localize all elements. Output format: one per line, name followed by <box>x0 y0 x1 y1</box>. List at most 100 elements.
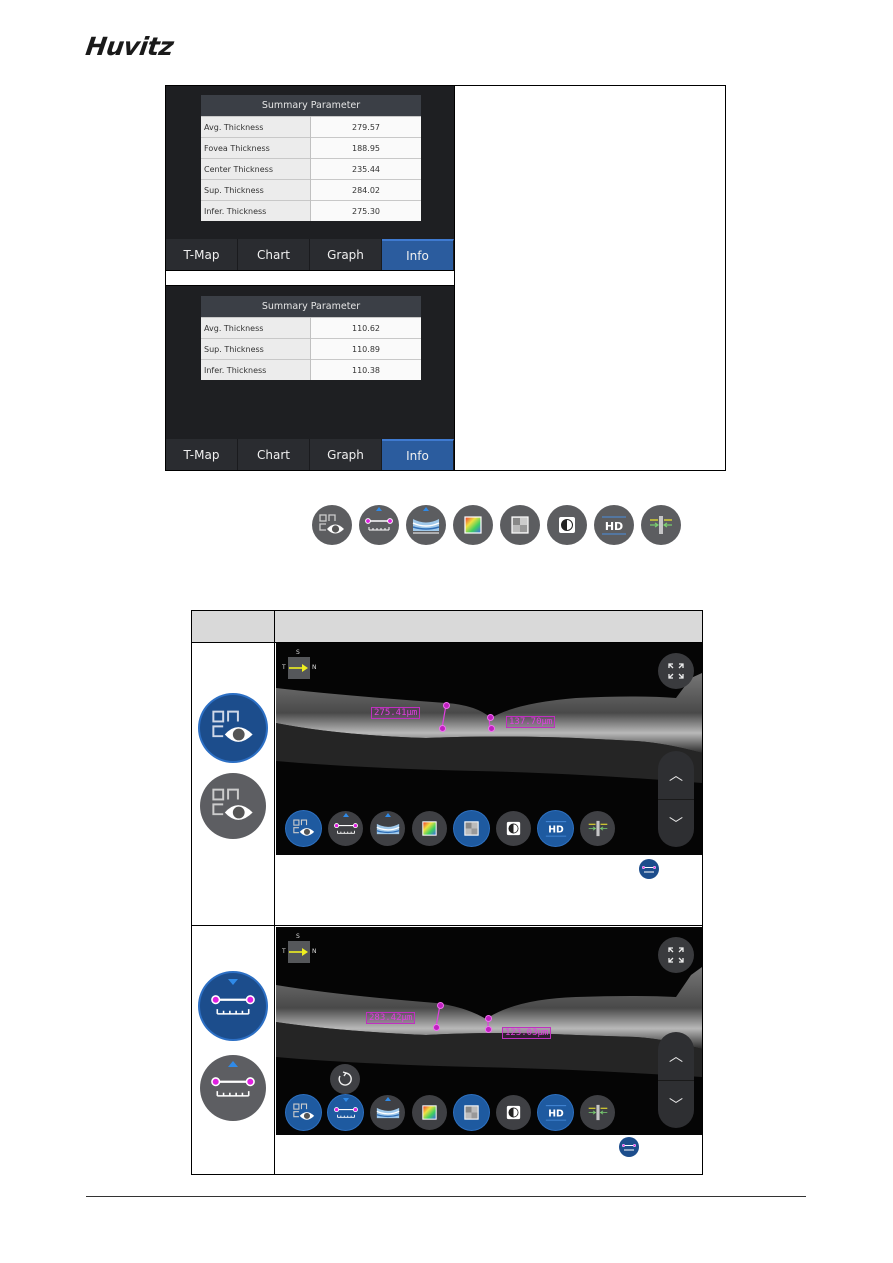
view-mode-eye-icon <box>292 1103 314 1120</box>
fullscreen-button[interactable] <box>658 653 694 689</box>
view-mode-eye-icon <box>212 788 253 820</box>
color-map-icon <box>422 1105 437 1120</box>
table-row: Infer. Thickness 110.38 <box>201 359 421 380</box>
row-value: 110.38 <box>310 359 421 380</box>
tab-graph[interactable]: Graph <box>310 239 382 270</box>
view-mode-unselected-sample <box>200 773 266 839</box>
split-align-button[interactable] <box>580 811 615 846</box>
split-align-icon <box>588 1104 607 1121</box>
summary-parameter-title: Summary Parameter <box>201 296 421 318</box>
table-row: Sup. Thickness 284.02 <box>201 179 421 201</box>
scroll-down-button[interactable]: ﹀ <box>658 1080 694 1128</box>
caliper-measure-icon <box>622 1143 636 1150</box>
summary-parameter-table: Summary Parameter Avg. Thickness 279.57 F… <box>201 95 421 221</box>
grayscale-button[interactable] <box>454 811 489 846</box>
row-value: 188.95 <box>310 137 421 159</box>
column-divider <box>454 86 455 470</box>
caliper-button[interactable] <box>328 1095 363 1130</box>
row-value: 235.44 <box>310 158 421 180</box>
summary-parameter-table: Summary Parameter Avg. Thickness 110.62 S… <box>201 296 421 380</box>
split-align-button[interactable] <box>641 505 681 545</box>
grayscale-button[interactable] <box>454 1095 489 1130</box>
oct-bscan-view: S T N 283.42µm 123.03µm ︿ ﹀ HD <box>276 927 702 1135</box>
info-panel-disc: Summary Parameter Avg. Thickness 110.62 S… <box>166 286 454 470</box>
expand-caret-icon <box>423 507 429 511</box>
caliper-handle[interactable] <box>485 1026 492 1033</box>
caliper-handle[interactable] <box>433 1024 440 1031</box>
scan-navigation-stepper: ︿ ﹀ <box>658 1032 694 1128</box>
invert-button[interactable] <box>496 811 531 846</box>
scroll-up-button[interactable]: ︿ <box>658 751 694 799</box>
caliper-measure-icon <box>642 865 656 872</box>
caliper-handle[interactable] <box>443 702 450 709</box>
color-map-button[interactable] <box>412 811 447 846</box>
svg-text:HD: HD <box>548 825 564 836</box>
tab-info[interactable]: Info <box>382 439 454 470</box>
view-mode-eye-icon <box>319 514 344 534</box>
caliper-handle[interactable] <box>487 714 494 721</box>
grayscale-icon <box>511 516 529 534</box>
color-map-button[interactable] <box>453 505 493 545</box>
caliper-measure-icon <box>211 1077 255 1097</box>
scroll-down-button[interactable]: ﹀ <box>658 799 694 847</box>
table-row: Avg. Thickness 110.62 <box>201 317 421 339</box>
caliper-handle[interactable] <box>437 1002 444 1009</box>
invert-button[interactable] <box>547 505 587 545</box>
caliper-handle[interactable] <box>439 725 446 732</box>
layer-segmentation-icon <box>412 519 440 534</box>
hd-button[interactable]: HD <box>594 505 634 545</box>
table-row: Center Thickness 235.44 <box>201 158 421 180</box>
caliper-button[interactable] <box>359 505 399 545</box>
scroll-up-button[interactable]: ︿ <box>658 1032 694 1080</box>
row-label: Infer. Thickness <box>201 200 311 221</box>
function-description-table: S T N 275.41µm 137.70µm ︿ ﹀ HD S T N 283… <box>191 610 703 1175</box>
caliper-handle[interactable] <box>485 1015 492 1022</box>
expand-caret-icon <box>376 507 382 511</box>
layer-button[interactable] <box>370 1095 405 1130</box>
row-label: Infer. Thickness <box>201 359 311 380</box>
chevron-up-icon: ︿ <box>669 1048 683 1064</box>
caliper-inline-reference <box>639 859 659 879</box>
contrast-invert-icon <box>506 821 521 836</box>
color-map-button[interactable] <box>412 1095 447 1130</box>
expand-caret-icon <box>384 1097 391 1101</box>
contrast-invert-icon <box>506 1105 521 1120</box>
fullscreen-button[interactable] <box>658 937 694 973</box>
view-mode-button[interactable] <box>286 811 321 846</box>
footer-divider <box>86 1196 806 1197</box>
view-mode-button[interactable] <box>312 505 352 545</box>
layer-segmentation-icon <box>376 823 399 834</box>
caliper-button[interactable] <box>328 811 363 846</box>
caliper-measure-icon <box>333 822 358 834</box>
layer-segmentation-icon <box>376 1107 399 1118</box>
expand-arrows-icon <box>668 947 684 963</box>
chevron-down-icon: ﹀ <box>669 816 683 832</box>
split-align-button[interactable] <box>580 1095 615 1130</box>
invert-button[interactable] <box>496 1095 531 1130</box>
tab-info[interactable]: Info <box>382 239 454 270</box>
caliper-handle[interactable] <box>488 725 495 732</box>
row-label: Sup. Thickness <box>201 338 311 360</box>
view-mode-button[interactable] <box>286 1095 321 1130</box>
hd-button[interactable]: HD <box>538 1095 573 1130</box>
tab-chart[interactable]: Chart <box>238 239 310 270</box>
tab-t-map[interactable]: T-Map <box>166 439 238 470</box>
view-mode-eye-icon <box>292 819 314 836</box>
tab-chart[interactable]: Chart <box>238 439 310 470</box>
reset-caliper-button[interactable] <box>330 1064 360 1094</box>
oct-toolbar: HD <box>286 811 615 846</box>
split-align-icon <box>650 516 672 534</box>
grayscale-button[interactable] <box>500 505 540 545</box>
collapse-caret-icon <box>342 1098 349 1102</box>
layer-button[interactable] <box>406 505 446 545</box>
oct-bscan-view: S T N 275.41µm 137.70µm ︿ ﹀ HD <box>276 643 702 855</box>
caliper-measure-icon <box>211 995 255 1015</box>
row-label: Avg. Thickness <box>201 317 311 339</box>
color-map-icon <box>464 516 482 534</box>
layer-button[interactable] <box>370 811 405 846</box>
tab-t-map[interactable]: T-Map <box>166 239 238 270</box>
hd-button[interactable]: HD <box>538 811 573 846</box>
tab-graph[interactable]: Graph <box>310 439 382 470</box>
caliper-inline-reference <box>619 1137 639 1157</box>
summary-parameter-title: Summary Parameter <box>201 95 421 117</box>
